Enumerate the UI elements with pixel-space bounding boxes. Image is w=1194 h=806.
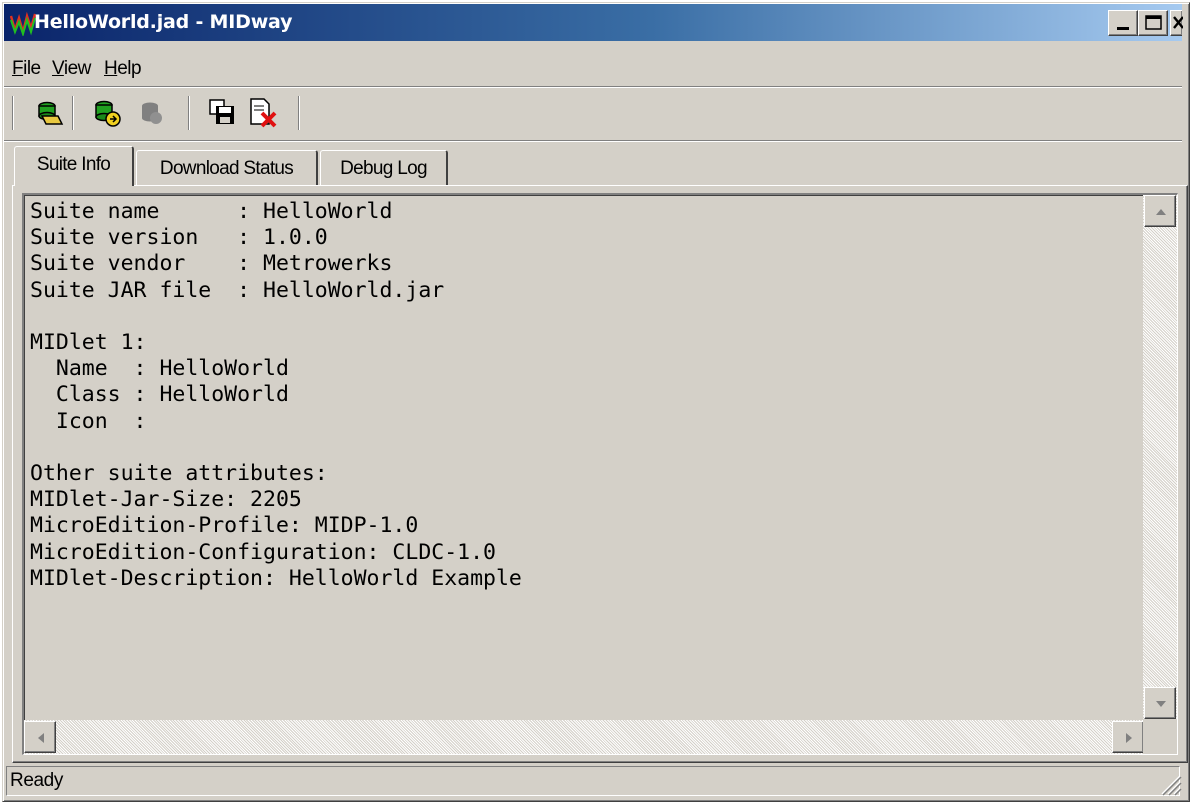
content-line: Suite name : HelloWorld: [30, 199, 393, 224]
content-line: Suite version : 1.0.0: [30, 225, 328, 251]
toolbar-grip: [12, 96, 14, 130]
save-icon: [209, 99, 234, 124]
menu-file[interactable]: File: [12, 58, 41, 80]
toolbar-separator: [298, 96, 300, 130]
toolbar: [10, 90, 305, 138]
run-icon: [95, 100, 121, 127]
vertical-scrollbar[interactable]: [1143, 195, 1177, 719]
content-line: MIDlet-Jar-Size: 2205: [30, 487, 302, 513]
stop-button: [134, 96, 168, 130]
scroll-down-button[interactable]: [1144, 687, 1176, 719]
close-file-button[interactable]: [246, 96, 280, 130]
tab-debug-log[interactable]: Debug Log: [320, 150, 448, 186]
save-button[interactable]: [206, 96, 240, 130]
content-line: MIDlet-Description: HelloWorld Example: [30, 565, 522, 591]
open-icon: [38, 101, 64, 125]
arrow-up-icon: [1156, 209, 1166, 215]
content-line: Other suite attributes:: [30, 461, 328, 487]
content-line: Suite JAR file : HelloWorld.jar: [30, 277, 445, 303]
content-line: Suite vendor : Metrowerks: [30, 251, 393, 277]
content-line: MicroEdition-Profile: MIDP-1.0: [30, 513, 419, 539]
minimize-button[interactable]: [1108, 10, 1138, 36]
content-line: Name : HelloWorld: [30, 356, 289, 382]
toolbar-divider-top: [4, 86, 1182, 88]
maximize-button[interactable]: [1138, 10, 1168, 36]
close-button[interactable]: [1170, 10, 1183, 36]
scrollbar-corner: [1143, 720, 1177, 754]
minimize-icon: [1117, 27, 1129, 30]
status-pane: [6, 766, 1180, 796]
tab-download-status[interactable]: Download Status: [136, 150, 318, 186]
arrow-down-icon: [1156, 701, 1166, 707]
menu-bar: File View Help: [4, 48, 1182, 84]
title-bar[interactable]: HelloWorld.jad - MIDway: [4, 4, 1183, 41]
resize-grip-icon[interactable]: [1158, 772, 1182, 796]
menu-help[interactable]: Help: [104, 58, 142, 80]
maximize-icon: [1145, 15, 1162, 30]
toolbar-separator: [188, 96, 190, 130]
content-line: Icon :: [30, 408, 147, 434]
stop-icon: [142, 102, 162, 124]
toolbar-separator: [72, 96, 74, 130]
tab-suite-info[interactable]: Suite Info: [14, 146, 134, 186]
app-icon: [10, 11, 36, 36]
suite-info-textarea[interactable]: Suite name : HelloWorld Suite version : …: [22, 193, 1178, 755]
status-text: Ready: [10, 770, 63, 791]
close-icon: [1173, 16, 1183, 29]
scroll-right-button[interactable]: [1112, 721, 1144, 753]
window-title: HelloWorld.jad - MIDway: [34, 11, 293, 33]
open-suite-button[interactable]: [32, 96, 66, 130]
suite-info-text[interactable]: Suite name : HelloWorld Suite version : …: [30, 199, 522, 592]
content-line: MIDlet 1:: [30, 330, 147, 356]
status-bar: Ready: [4, 766, 1184, 798]
arrow-left-icon: [38, 733, 44, 743]
menu-view[interactable]: View: [52, 58, 91, 80]
scroll-up-button[interactable]: [1144, 195, 1176, 227]
content-line: MicroEdition-Configuration: CLDC-1.0: [30, 539, 496, 565]
arrow-right-icon: [1126, 733, 1132, 743]
horizontal-scrollbar[interactable]: [24, 720, 1144, 754]
run-button[interactable]: [90, 96, 124, 130]
content-line: Class : HelloWorld: [30, 382, 289, 408]
toolbar-divider-bottom: [4, 140, 1182, 142]
scroll-left-button[interactable]: [24, 721, 56, 753]
close-file-icon: [250, 98, 277, 128]
